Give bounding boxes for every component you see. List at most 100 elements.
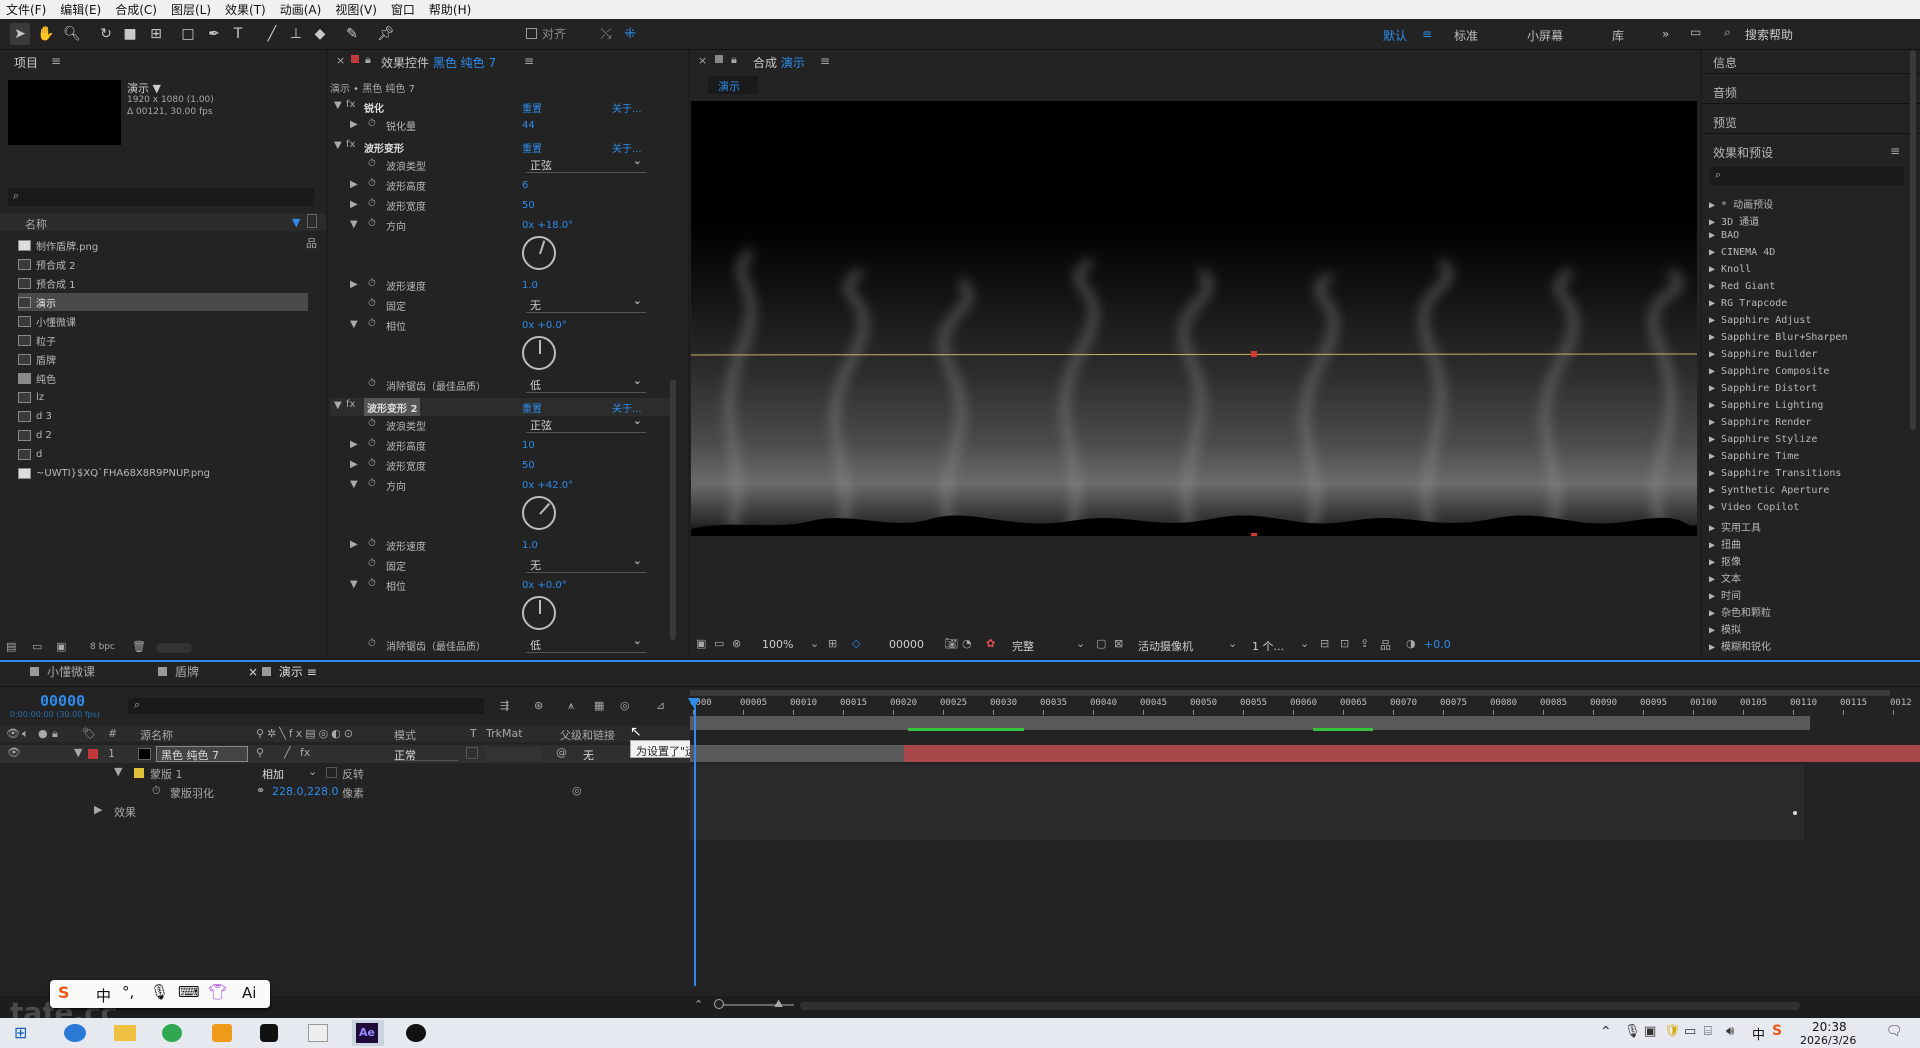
trkmat-select[interactable] [486, 747, 542, 761]
effect-category-label[interactable]: 扭曲 [1721, 540, 1741, 551]
stopwatch-icon[interactable]: ⏱︎ [368, 178, 376, 189]
rotate-tool-icon[interactable]: ↻ [96, 23, 116, 45]
audio-panel-tab[interactable]: 音频 [1713, 84, 1737, 101]
chevron-down-icon[interactable]: ⌄ [1300, 637, 1309, 650]
stopwatch-icon[interactable]: ⏱︎ [368, 198, 376, 209]
list-item[interactable]: 制作盾牌.png [18, 236, 308, 254]
tray-app-icon[interactable]: ▣ [1644, 1024, 1656, 1039]
twirl-right-icon[interactable]: ▶ [94, 803, 102, 816]
wave-speed-value[interactable]: 1.0 [522, 536, 538, 554]
graph-editor-icon[interactable]: ⊿ [656, 699, 665, 712]
grid-icon[interactable]: ▣ [696, 637, 706, 650]
effect-category[interactable]: ▶ 实用工具 [1709, 519, 1761, 534]
zoom-out-icon[interactable]: ⌃ [694, 998, 703, 1011]
twirl-right-icon[interactable]: ▼ [350, 319, 358, 330]
fx-icon[interactable]: fx [346, 139, 355, 150]
panel-menu-icon[interactable]: ≡ [51, 54, 61, 68]
effect-category-label[interactable]: Sapphire Transitions [1721, 468, 1841, 479]
chevron-down-icon[interactable]: ⌄ [308, 765, 317, 778]
menu-item[interactable]: 帮助(H) [429, 1, 471, 18]
parent-select[interactable]: 无 [583, 747, 594, 763]
timeline-timecode[interactable]: 00000 [40, 692, 85, 710]
effect-category[interactable]: ▶ Video Copilot [1709, 502, 1799, 513]
effect-category[interactable]: ▶ Sapphire Time [1709, 451, 1799, 462]
effects-search-input[interactable]: ⌕ [1710, 167, 1904, 185]
puppet-tool-icon[interactable]: 📌︎ [376, 23, 396, 45]
mask-name[interactable]: 蒙版 1 [150, 766, 183, 782]
effect-category[interactable]: ▶ 抠像 [1709, 553, 1741, 568]
flowchart-icon[interactable]: 品 [1380, 637, 1391, 653]
workspace-menu-icon[interactable]: ≡ [1422, 27, 1432, 41]
tray-chevron-icon[interactable]: ⌃ [1600, 1024, 1612, 1040]
twirl-down-icon[interactable]: ▼ [334, 140, 342, 151]
effect-category-label[interactable]: 模拟 [1721, 625, 1741, 636]
twirl-right-icon[interactable]: ▶ [1709, 349, 1721, 360]
effect-name[interactable]: 波形变形 [364, 138, 404, 156]
stopwatch-icon[interactable]: ⏱︎ [368, 458, 376, 469]
effects-row[interactable]: ▶ 效果 [0, 802, 690, 820]
thumbnail-slider[interactable] [156, 643, 192, 653]
tray-monitor-icon[interactable]: ▭ [1684, 1024, 1696, 1039]
tray-mic-icon[interactable]: 🎙︎ [1624, 1024, 1641, 1039]
stopwatch-icon[interactable]: ⏱︎ [368, 478, 376, 489]
twirl-down-icon[interactable]: ▼ [114, 765, 122, 778]
bpc-label[interactable]: 8 bpc [90, 642, 115, 652]
new-folder-icon[interactable]: ▭ [32, 640, 42, 653]
close-icon[interactable]: × [336, 54, 345, 67]
wave-height-value[interactable]: 6 [522, 176, 528, 194]
twirl-right-icon[interactable]: ▶ [1709, 642, 1721, 653]
brush-tool-icon[interactable]: ╱ [262, 23, 282, 45]
twirl-right-icon[interactable]: ▶ [1709, 502, 1721, 513]
effect-category[interactable]: ▶ CINEMA 4D [1709, 247, 1775, 258]
exposure-value[interactable]: +0.0 [1424, 638, 1451, 651]
wave-height-value[interactable]: 10 [522, 436, 535, 454]
effect-category-label[interactable]: Sapphire Lighting [1721, 400, 1823, 411]
effect-category[interactable]: ▶ Sapphire Render [1709, 417, 1811, 428]
zoom-slider-handle[interactable] [714, 999, 724, 1009]
effect-category-label[interactable]: Sapphire Stylize [1721, 434, 1817, 445]
twirl-down-icon[interactable]: ▼ [334, 400, 342, 411]
comp-timecode[interactable]: 00000 [889, 638, 924, 651]
effect-category[interactable]: ▶ 扭曲 [1709, 536, 1741, 551]
twirl-right-icon[interactable]: ▶ [1709, 247, 1721, 258]
effect-category[interactable]: ▶ 模糊和锐化 [1709, 638, 1771, 653]
panel-menu-icon[interactable]: ≡ [303, 665, 317, 679]
effect-category-label[interactable]: Video Copilot [1721, 502, 1799, 513]
workspace-default[interactable]: 默认 [1383, 27, 1407, 44]
fx-icon[interactable]: fx [346, 99, 355, 110]
menu-item[interactable]: 动画(A) [280, 1, 322, 18]
phase-value[interactable]: 0x +0.0° [522, 576, 567, 594]
snap-grid-icon[interactable]: ⁜ [620, 23, 640, 45]
tray-shield-icon[interactable]: 🛡︎ [1664, 1024, 1681, 1039]
project-search-input[interactable]: ⌕ [8, 188, 314, 206]
keyboard-icon[interactable]: ⌨ [178, 983, 200, 1001]
sogou-logo-icon[interactable]: S [58, 983, 70, 1002]
list-item[interactable]: 盾牌 [18, 350, 308, 368]
effect-category[interactable]: ▶ 模拟 [1709, 621, 1741, 636]
column-mode[interactable]: 模式 [394, 727, 416, 743]
effect-category[interactable]: ▶ 3D 通道 [1709, 213, 1759, 228]
stopwatch-icon[interactable]: ⏱︎ [152, 784, 161, 798]
visibility-icon[interactable]: 👁︎ [7, 746, 21, 759]
twirl-right-icon[interactable]: ▶ [350, 439, 358, 450]
show-snapshot-icon[interactable]: ◔ [962, 637, 972, 650]
keyframe-marker[interactable] [1793, 811, 1797, 815]
layer-row[interactable]: 👁︎ ▼ 1 黑色 纯色 7 ⚲ ╱ fx 正常 @ 无 [0, 745, 690, 763]
mask-visibility-icon[interactable]: ⊗ [732, 637, 741, 650]
mask-color[interactable] [134, 768, 144, 778]
list-item[interactable]: 粒子 [18, 331, 308, 349]
effect-category-label[interactable]: CINEMA 4D [1721, 247, 1775, 258]
effect-category[interactable]: ▶ Sapphire Lighting [1709, 400, 1823, 411]
3d-view-icon[interactable]: ⊡ [1340, 637, 1349, 650]
column-source-name[interactable]: 源名称 [140, 727, 173, 743]
workspace-standard[interactable]: 标准 [1454, 27, 1478, 44]
edge-icon[interactable] [64, 1024, 86, 1042]
stopwatch-icon[interactable]: ⏱︎ [368, 438, 376, 449]
roto-brush-tool-icon[interactable]: ✎ [342, 23, 362, 45]
effect-category-label[interactable]: 抠像 [1721, 557, 1741, 568]
phase-dial[interactable] [522, 596, 556, 630]
new-comp-icon[interactable]: ▣ [56, 640, 66, 653]
preserve-transparency-checkbox[interactable] [466, 747, 478, 759]
list-item[interactable]: d [18, 445, 308, 463]
timeline-tab[interactable]: 盾牌 [158, 663, 199, 683]
